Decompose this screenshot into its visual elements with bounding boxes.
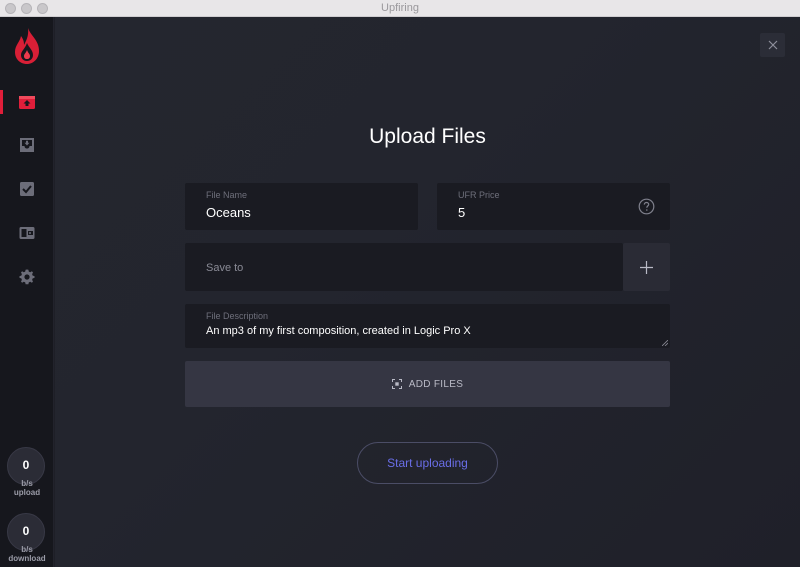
ufr-price-label: UFR Price — [458, 190, 500, 200]
nav-settings[interactable] — [0, 262, 54, 292]
download-icon — [20, 138, 34, 152]
ufr-price-field[interactable]: UFR Price 5 — [437, 183, 670, 230]
save-to-placeholder: Save to — [206, 262, 244, 274]
help-icon[interactable] — [638, 198, 655, 215]
save-to-field[interactable]: Save to — [185, 243, 623, 291]
window-title: Upfiring — [381, 2, 419, 14]
file-name-field[interactable]: File Name Oceans — [185, 183, 418, 230]
file-name-label: File Name — [206, 190, 248, 200]
upload-speed-label: upload — [13, 488, 41, 497]
nav-completed[interactable] — [0, 174, 54, 204]
checkbox-icon — [20, 182, 34, 196]
file-description-field[interactable]: File Description An mp3 of my first comp… — [185, 304, 670, 348]
download-speed-value: 0 — [22, 524, 30, 538]
add-files-label: ADD FILES — [408, 378, 464, 390]
wallet-icon — [19, 227, 35, 239]
add-files-button[interactable]: ADD FILES — [185, 361, 670, 407]
start-uploading-label: Start uploading — [387, 456, 468, 470]
resize-handle-icon[interactable] — [662, 340, 668, 346]
title-bar: Upfiring — [0, 0, 800, 17]
file-name-value[interactable]: Oceans — [206, 205, 251, 220]
start-uploading-button[interactable]: Start uploading — [357, 442, 498, 484]
sidebar: 0 b/s upload 0 b/s download — [0, 17, 54, 567]
nav-upload[interactable] — [0, 87, 54, 117]
close-icon — [768, 40, 777, 50]
download-speed-unit: b/s — [21, 545, 33, 554]
nav-download[interactable] — [0, 130, 54, 160]
file-description-value[interactable]: An mp3 of my first composition, created … — [206, 325, 471, 337]
add-files-icon — [391, 379, 402, 389]
nav-wallet[interactable] — [0, 218, 54, 248]
upload-speed-value: 0 — [22, 458, 30, 472]
page-title: Upload Files — [369, 125, 486, 148]
download-speed-label: download — [8, 554, 46, 563]
choose-folder-button[interactable] — [623, 243, 670, 291]
gear-icon — [19, 269, 35, 285]
upload-panel: Upload Files File Name Oceans UFR Price … — [55, 17, 800, 567]
upfiring-logo-icon — [13, 27, 41, 65]
close-button[interactable] — [760, 33, 785, 57]
upload-speed-unit: b/s — [21, 479, 33, 488]
file-description-label: File Description — [206, 311, 269, 321]
plus-icon — [640, 260, 653, 274]
app-window: Upfiring 0 b/s upload 0 b/s download Upl… — [0, 0, 800, 567]
upload-icon — [19, 96, 35, 109]
ufr-price-value[interactable]: 5 — [458, 205, 465, 220]
